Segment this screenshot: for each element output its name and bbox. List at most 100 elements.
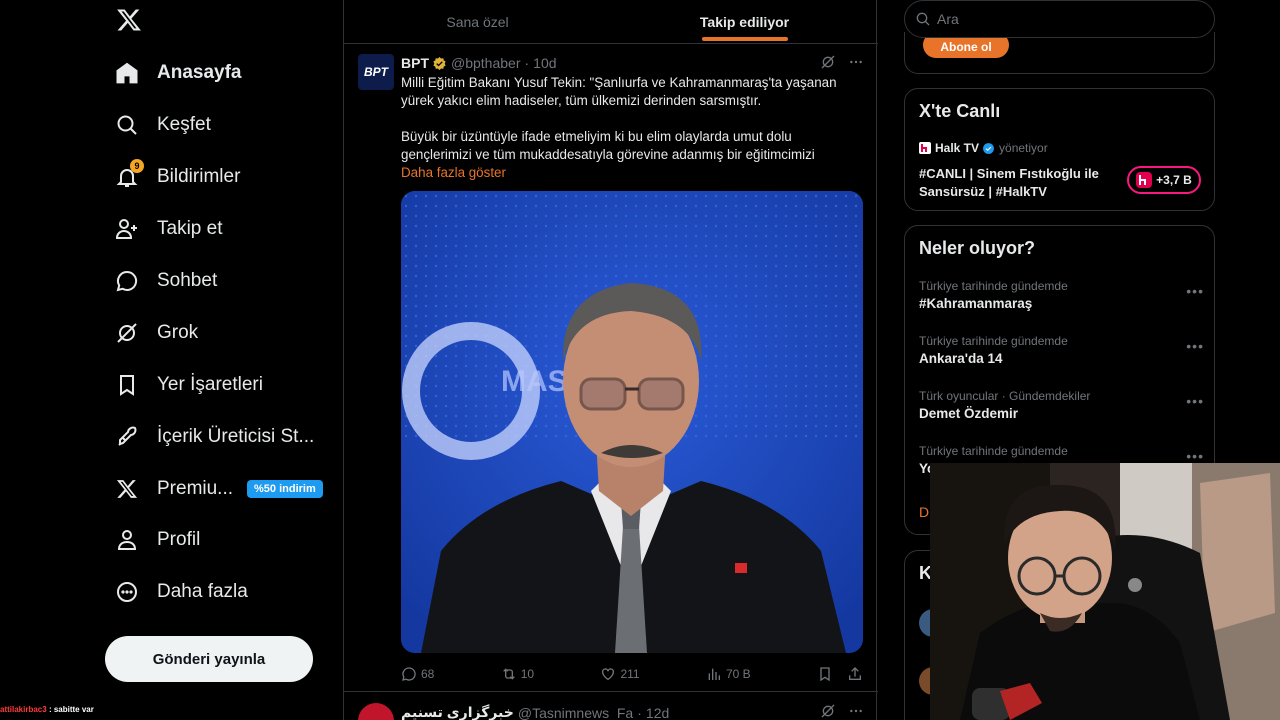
nav-item-notifications[interactable]: 9 Bildirimler xyxy=(114,159,240,195)
more-icon[interactable] xyxy=(848,703,864,719)
trend-context: Türkiye tarihinde gündemde xyxy=(919,334,1068,348)
post-header: BPT @bpthaber · 10d xyxy=(401,55,557,71)
bookmark-icon[interactable] xyxy=(817,666,833,682)
live-card-title: X'te Canlı xyxy=(919,101,1001,121)
live-listeners-pill[interactable]: +3,7 B xyxy=(1127,166,1201,194)
bar-chart-icon xyxy=(708,668,720,680)
x-logo-icon[interactable] xyxy=(116,6,142,34)
trend-topic: Ankara'da 14 xyxy=(919,351,1003,366)
nav-label: Premiu... xyxy=(157,478,234,499)
more-icon[interactable]: ••• xyxy=(1186,393,1204,409)
like-button[interactable]: 211 xyxy=(600,666,640,682)
trend-context: Türkiye tarihinde gündemde xyxy=(919,279,1068,293)
sidebar-nav: Anasayfa Keşfet 9 Bildirimler Takip et S… xyxy=(0,0,343,720)
live-stream-title[interactable]: #CANLI | Sinem Fıstıkoğlu ile Sansürsüz … xyxy=(919,165,1119,201)
nav-item-profile[interactable]: Profil xyxy=(114,522,200,558)
separator: · xyxy=(524,55,530,71)
post-paragraph: Milli Eğitim Bakanı Yusuf Tekin: "Şanlıu… xyxy=(401,75,837,108)
trend-topic: #Kahramanmaraş xyxy=(919,296,1033,311)
post-paragraph: Büyük bir üzüntüyle ifade etmeliyim ki b… xyxy=(401,129,815,162)
nav-item-more[interactable]: Daha fazla xyxy=(114,574,248,610)
reply-button[interactable]: 68 xyxy=(401,666,434,682)
nav-label: Yer İşaretleri xyxy=(157,374,263,395)
reply-icon xyxy=(402,667,416,681)
bell-icon: 9 xyxy=(114,159,144,190)
avatar[interactable] xyxy=(358,703,394,720)
more-circle-icon xyxy=(114,579,140,605)
views-button[interactable]: 70 B xyxy=(706,666,751,682)
repost-count: 10 xyxy=(520,667,535,681)
post-button[interactable]: Gönderi yayınla xyxy=(105,636,313,682)
post-card[interactable]: BPT BPT @bpthaber · 10d Milli Eğitim Bak… xyxy=(344,44,878,692)
halktv-logo-icon xyxy=(919,142,931,154)
nav-label: İçerik Üreticisi St... xyxy=(157,426,315,447)
post-time[interactable]: 10d xyxy=(533,55,556,71)
separator: · xyxy=(637,704,642,720)
more-icon[interactable]: ••• xyxy=(1186,283,1204,299)
nav-label: Bildirimler xyxy=(157,166,241,187)
avatar[interactable]: BPT xyxy=(358,54,394,90)
search-bar[interactable]: Ara xyxy=(904,0,1215,38)
author-name[interactable]: BPT xyxy=(401,55,429,71)
post-image[interactable]: MASASI xyxy=(401,191,863,653)
repost-button[interactable]: 10 xyxy=(501,666,534,682)
author-handle[interactable]: @Tasnimnews_Fa xyxy=(518,705,633,720)
search-icon xyxy=(114,112,140,138)
chat-icon xyxy=(114,268,140,294)
bookmark-icon xyxy=(114,372,140,398)
premium-card: Abone ol xyxy=(904,32,1215,74)
post-top-actions xyxy=(820,703,864,719)
chat-user: attilakirbac3 xyxy=(0,705,47,714)
nav-item-chat[interactable]: Sohbet xyxy=(114,263,217,299)
post-card[interactable]: خبرگزاری تسنیم @Tasnimnews_Fa · 12d xyxy=(344,693,878,720)
home-icon xyxy=(114,60,140,86)
tab-following[interactable]: Takip ediliyor xyxy=(611,0,878,43)
stream-chat-line: attilakirbac3 : sabitte var xyxy=(0,705,94,714)
more-icon[interactable]: ••• xyxy=(1186,448,1204,464)
search-icon xyxy=(916,12,930,26)
notification-badge: 9 xyxy=(130,159,144,173)
heart-icon xyxy=(602,668,615,681)
like-count: 211 xyxy=(620,667,640,681)
nav-item-explore[interactable]: Keşfet xyxy=(114,107,211,143)
verified-badge-icon xyxy=(983,142,994,154)
grok-icon[interactable] xyxy=(820,54,836,70)
chat-message: : sabitte var xyxy=(48,705,94,714)
x-icon xyxy=(114,476,140,502)
nav-item-premium[interactable]: Premiu... %50 indirim xyxy=(114,471,323,507)
person-add-icon xyxy=(114,216,140,242)
halktv-avatar-icon xyxy=(1136,172,1153,188)
tab-for-you[interactable]: Sana özel xyxy=(344,0,611,43)
trend-item[interactable]: Türk oyuncular · Gündemdekiler Demet Özd… xyxy=(919,389,1204,421)
grok-icon[interactable] xyxy=(820,703,836,719)
show-more-link[interactable]: Daha fazla göster xyxy=(401,164,841,182)
view-count: 70 B xyxy=(725,667,751,681)
webcam-image xyxy=(930,463,1280,720)
trend-item[interactable]: Türkiye tarihinde gündemde Ankara'da 14 … xyxy=(919,334,1204,366)
trend-context: Türkiye tarihinde gündemde xyxy=(919,444,1068,458)
live-host[interactable]: Halk TV yönetiyor xyxy=(919,141,1048,155)
nav-label: Anasayfa xyxy=(157,62,242,83)
nav-label: Grok xyxy=(157,322,199,343)
nav-item-creator-studio[interactable]: İçerik Üreticisi St... xyxy=(114,419,314,455)
post-actions: 68 10 211 70 B xyxy=(401,664,863,684)
nav-item-bookmarks[interactable]: Yer İşaretleri xyxy=(114,367,263,403)
share-icon[interactable] xyxy=(847,666,863,682)
more-icon[interactable] xyxy=(848,54,864,70)
more-icon[interactable]: ••• xyxy=(1186,338,1204,354)
verified-badge-icon xyxy=(433,56,446,70)
author-handle[interactable]: @bpthaber xyxy=(451,55,520,71)
trend-item[interactable]: Türkiye tarihinde gündemde #Kahramanmara… xyxy=(919,279,1204,311)
post-time[interactable]: 12d xyxy=(646,705,669,720)
show-more-link[interactable]: D xyxy=(919,504,929,520)
person-icon xyxy=(114,527,140,553)
nav-label: Daha fazla xyxy=(157,581,248,602)
post-extra-actions xyxy=(817,666,863,682)
nav-item-home[interactable]: Anasayfa xyxy=(114,55,242,91)
author-name[interactable]: خبرگزاری تسنیم xyxy=(401,704,514,720)
trends-title: Neler oluyor? xyxy=(919,238,1036,258)
nav-label: Sohbet xyxy=(157,270,218,291)
nav-item-grok[interactable]: Grok xyxy=(114,315,198,351)
repost-icon xyxy=(502,668,515,680)
nav-item-follow[interactable]: Takip et xyxy=(114,211,222,247)
